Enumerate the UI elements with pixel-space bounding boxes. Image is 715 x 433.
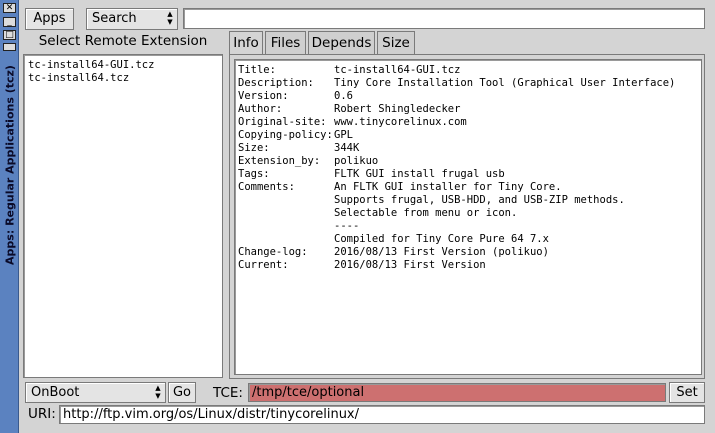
set-button[interactable]: Set — [669, 382, 705, 403]
extension-list[interactable]: tc-install64-GUI.tcz tc-install64.tcz — [23, 54, 223, 378]
search-mode-select[interactable]: Search ▲ ▼ — [86, 8, 178, 30]
tce-path-input[interactable]: /tmp/tce/optional — [248, 383, 666, 402]
info-row: Supports frugal, USB-HDD, and USB-ZIP me… — [334, 194, 625, 206]
info-row: Selectable from menu or icon. — [334, 207, 518, 219]
uri-input[interactable]: http://ftp.vim.org/os/Linux/distr/tinyco… — [59, 405, 705, 424]
info-row: Author: Robert Shingledecker — [238, 103, 461, 115]
tab-depends[interactable]: Depends — [308, 31, 375, 55]
updown-arrow-icon: ▲ ▼ — [167, 10, 173, 26]
maximize-icon[interactable]: □ — [3, 30, 16, 40]
search-input[interactable] — [183, 8, 705, 29]
apps-button[interactable]: Apps — [25, 8, 74, 30]
info-row: Description: Tiny Core Installation Tool … — [238, 77, 676, 89]
tab-files[interactable]: Files — [265, 31, 306, 55]
info-row: Original-site: www.tinycorelinux.com — [238, 116, 467, 128]
updown-arrow-icon: ▲ ▼ — [155, 384, 161, 400]
info-row: Tags: FLTK GUI install frugal usb — [238, 168, 505, 180]
list-item[interactable]: tc-install64.tcz — [28, 72, 222, 85]
uri-label: URI: — [28, 406, 56, 422]
load-mode-value: OnBoot — [31, 385, 80, 400]
tab-size[interactable]: Size — [377, 31, 415, 55]
minimize-icon[interactable]: _ — [3, 17, 16, 27]
info-row: Current: 2016/08/13 First Version — [238, 259, 486, 271]
window-title: Apps: Regular Applications (tcz) — [3, 65, 16, 265]
info-row: Compiled for Tiny Core Pure 64 7.x — [334, 233, 549, 245]
list-item[interactable]: tc-install64-GUI.tcz — [28, 59, 222, 72]
tce-label: TCE: — [213, 385, 243, 401]
search-mode-value: Search — [92, 11, 137, 26]
info-row: Comments: An FLTK GUI installer for Tiny … — [238, 181, 562, 193]
apps-window: Apps Search ▲ ▼ Select Remote Extension t… — [19, 0, 715, 433]
go-button[interactable]: Go — [168, 382, 196, 403]
info-row: Version: 0.6 — [238, 90, 353, 102]
info-row: Change-log: 2016/08/13 First Version (pol… — [238, 246, 549, 258]
info-row: Copying-policy: GPL — [238, 129, 353, 141]
info-panel: Title: tc-install64-GUI.tcz Description: T… — [229, 54, 705, 379]
info-row: Extension_by: polikuo — [238, 155, 379, 167]
info-row: Title: tc-install64-GUI.tcz — [238, 64, 461, 76]
window-titlebar[interactable]: ✕ _ □ Apps: Regular Applications (tcz) — [0, 0, 19, 433]
close-icon[interactable]: ✕ — [3, 3, 16, 13]
shade-icon[interactable] — [3, 43, 16, 51]
list-heading: Select Remote Extension — [38, 33, 208, 49]
info-row: Size: 344K — [238, 142, 360, 154]
load-mode-select[interactable]: OnBoot ▲ ▼ — [25, 382, 166, 403]
info-row: ---- — [334, 220, 360, 232]
info-text[interactable]: Title: tc-install64-GUI.tcz Description: T… — [234, 59, 702, 375]
